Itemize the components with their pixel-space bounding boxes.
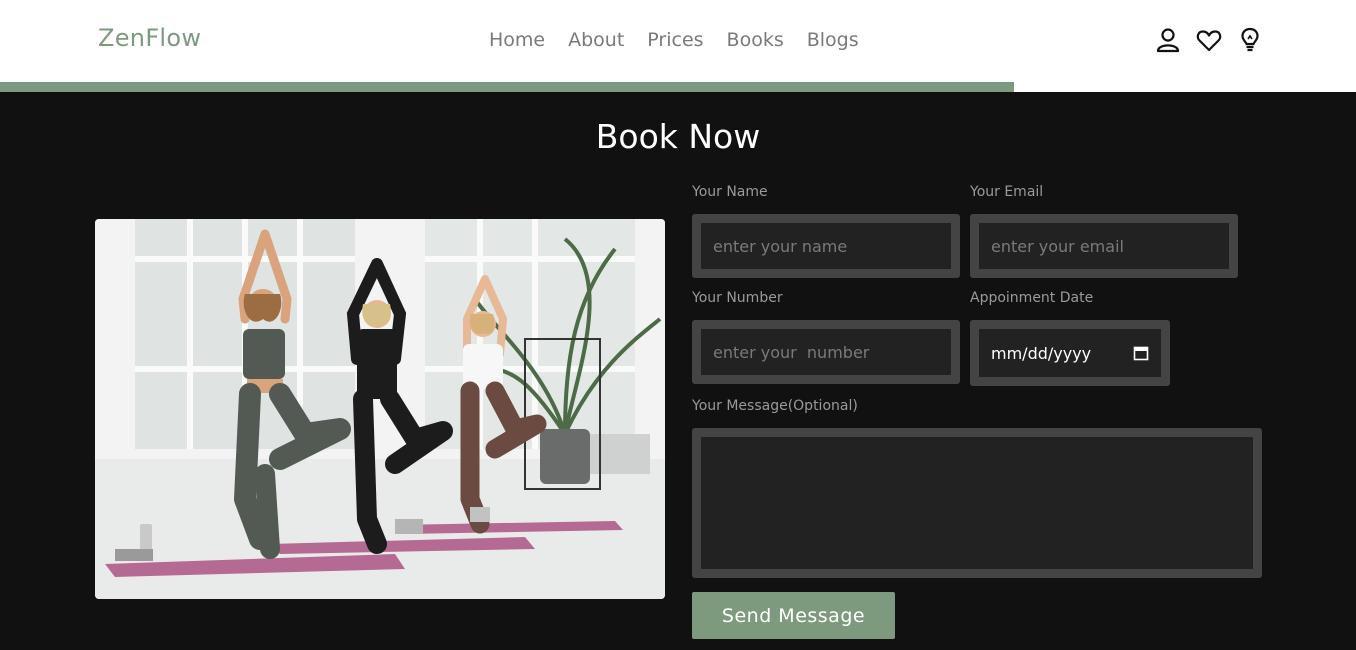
lightbulb-icon[interactable] [1236, 26, 1264, 54]
appointment-date-field[interactable]: mm/dd/yyyy [970, 320, 1170, 386]
site-logo[interactable]: ZenFlow [98, 24, 201, 52]
send-message-button[interactable]: Send Message [692, 592, 895, 639]
message-label: Your Message(Optional) [692, 398, 858, 414]
number-input[interactable] [713, 342, 951, 362]
nav-prices[interactable]: Prices [647, 29, 703, 51]
scroll-progress-bar [0, 82, 1356, 92]
name-field[interactable] [692, 214, 960, 278]
heart-icon[interactable] [1195, 26, 1223, 54]
header-icons [1154, 26, 1277, 54]
number-field[interactable] [692, 320, 960, 384]
main-nav: Home About Prices Books Blogs [489, 29, 882, 51]
yoga-class-photo [95, 219, 665, 599]
message-textarea[interactable] [701, 437, 1253, 569]
email-label: Your Email [970, 184, 1044, 200]
email-input[interactable] [991, 236, 1229, 256]
number-label: Your Number [692, 290, 783, 306]
message-field[interactable] [692, 428, 1262, 578]
site-header: ZenFlow Home About Prices Books Blogs [0, 0, 1356, 82]
user-icon[interactable] [1154, 26, 1182, 54]
name-label: Your Name [692, 184, 768, 200]
name-input[interactable] [713, 236, 951, 256]
date-value: mm/dd/yyyy [991, 343, 1092, 363]
calendar-icon[interactable] [1133, 345, 1149, 361]
nav-books[interactable]: Books [727, 29, 784, 51]
yoga-photo-illustration [95, 219, 665, 599]
scroll-progress-fill [0, 82, 1015, 92]
nav-about[interactable]: About [568, 29, 624, 51]
nav-home[interactable]: Home [489, 29, 545, 51]
date-label: Appoinment Date [970, 290, 1094, 306]
nav-blogs[interactable]: Blogs [807, 29, 859, 51]
email-field[interactable] [970, 214, 1238, 278]
section-title: Book Now [595, 117, 761, 156]
